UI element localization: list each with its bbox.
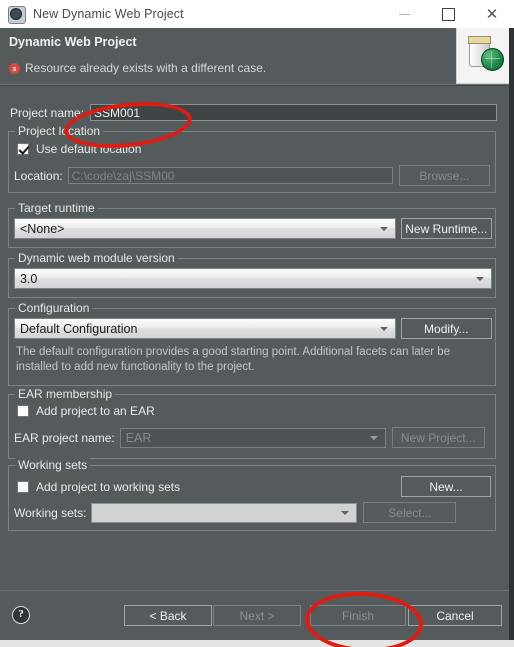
location-input[interactable]: C:\code\zaj\SSM00 (67, 167, 393, 184)
configuration-description: The default configuration provides a goo… (16, 346, 451, 373)
use-default-location-row[interactable]: Use default location (17, 142, 141, 156)
maximize-button[interactable] (426, 0, 470, 28)
window-controls: ✕ (382, 0, 514, 28)
back-label: < Back (149, 608, 187, 623)
new-ear-project-button[interactable]: New Project... (391, 427, 485, 448)
project-name-row: Project name: SSM001 (10, 104, 504, 121)
target-runtime-value: <None> (20, 221, 65, 236)
window-title: New Dynamic Web Project (33, 7, 184, 21)
error-icon: x (9, 63, 20, 74)
add-project-to-working-sets-label: Add project to working sets (36, 479, 181, 494)
wizard-title: Dynamic Web Project (9, 35, 137, 49)
new-working-set-label: New... (429, 479, 463, 494)
use-default-location-label: Use default location (36, 142, 142, 156)
target-runtime-row: <None> New Runtime... (14, 218, 492, 239)
maximize-icon (441, 7, 455, 21)
configuration-group-label: Configuration (15, 301, 93, 315)
new-working-set-button[interactable]: New... (401, 476, 491, 497)
module-version-group-label: Dynamic web module version (15, 251, 178, 265)
new-runtime-label: New Runtime... (405, 221, 488, 236)
configuration-combo[interactable]: Default Configuration (14, 318, 396, 339)
chevron-down-icon (379, 326, 388, 331)
use-default-location-checkbox[interactable] (17, 143, 29, 155)
add-project-to-working-sets-checkbox[interactable] (17, 480, 29, 493)
validation-message: Resource already exists with a different… (25, 61, 267, 75)
dialog-footer: ? < Back Next > Finish Cancel (0, 590, 514, 641)
project-location-group: Project location Use default location Lo… (8, 124, 496, 193)
working-sets-group-label: Working sets (15, 458, 91, 472)
select-working-sets-button[interactable]: Select... (363, 502, 457, 523)
target-runtime-group-label: Target runtime (15, 201, 98, 215)
minimize-icon (398, 13, 410, 15)
working-sets-label: Working sets: (14, 505, 87, 520)
target-runtime-combo[interactable]: <None> (14, 218, 396, 239)
ear-project-name-row: EAR project name: EAR New Project... (14, 427, 492, 448)
window-bottom-edge (0, 640, 514, 647)
ear-membership-group-label: EAR membership (15, 387, 116, 401)
new-runtime-button[interactable]: New Runtime... (400, 218, 492, 239)
cancel-label: Cancel (436, 608, 474, 623)
eclipse-gear-icon (7, 5, 26, 24)
project-name-input[interactable]: SSM001 (90, 104, 498, 121)
wizard-header: Dynamic Web Project x Resource already e… (0, 28, 514, 85)
project-location-group-label: Project location (15, 124, 104, 138)
configuration-value: Default Configuration (20, 321, 138, 336)
finish-button[interactable]: Finish (310, 605, 406, 626)
finish-label: Finish (341, 608, 374, 623)
configuration-row: Default Configuration Modify... (14, 318, 492, 339)
project-name-label: Project name: (10, 105, 85, 120)
modify-label: Modify... (424, 321, 469, 336)
add-project-to-ear-row[interactable]: Add project to an EAR (17, 404, 155, 418)
back-button[interactable]: < Back (124, 605, 212, 626)
help-icon[interactable]: ? (12, 606, 30, 624)
ear-project-name-value: EAR (125, 430, 152, 445)
window-titlebar: New Dynamic Web Project ✕ (0, 0, 514, 29)
wizard-page: Project name: SSM001 Project location Us… (0, 85, 514, 591)
modify-button[interactable]: Modify... (400, 318, 492, 339)
location-row: Location: C:\code\zaj\SSM00 Browse... (14, 165, 490, 186)
close-button[interactable]: ✕ (470, 0, 514, 28)
configuration-group: Configuration Default Configuration Modi… (8, 301, 496, 386)
add-project-to-ear-checkbox[interactable] (17, 405, 29, 417)
working-sets-combo[interactable] (91, 502, 358, 523)
chevron-down-icon (369, 435, 378, 440)
chevron-down-icon (379, 226, 388, 231)
ear-project-name-combo[interactable]: EAR (119, 427, 386, 448)
module-version-combo[interactable]: 3.0 (14, 268, 492, 289)
module-version-value: 3.0 (20, 271, 38, 286)
ear-project-name-label: EAR project name: (14, 430, 115, 445)
working-sets-row: Working sets: Select... (14, 502, 492, 523)
location-label: Location: (14, 168, 63, 183)
cancel-button[interactable]: Cancel (408, 605, 502, 626)
chevron-down-icon (476, 276, 484, 281)
new-dynamic-web-project-dialog: New Dynamic Web Project ✕ Dynamic Web Pr… (0, 0, 514, 647)
window-right-edge (509, 28, 514, 640)
chevron-down-icon (341, 510, 350, 515)
close-icon: ✕ (485, 5, 499, 23)
module-version-group: Dynamic web module version 3.0 (8, 251, 496, 298)
minimize-button[interactable] (382, 0, 426, 28)
next-label: Next > (239, 608, 275, 623)
add-project-to-ear-label: Add project to an EAR (36, 404, 155, 418)
browse-button[interactable]: Browse... (398, 165, 490, 186)
target-runtime-group: Target runtime <None> New Runtime... (8, 201, 496, 248)
web-project-jar-globe-icon (456, 28, 514, 84)
ear-membership-group: EAR membership Add project to an EAR EAR… (8, 387, 496, 459)
next-button[interactable]: Next > (213, 605, 301, 626)
working-sets-group: Working sets Add project to working sets… (8, 458, 496, 531)
add-to-working-sets-row: Add project to working sets New... (17, 476, 491, 497)
module-version-row: 3.0 (14, 268, 492, 289)
